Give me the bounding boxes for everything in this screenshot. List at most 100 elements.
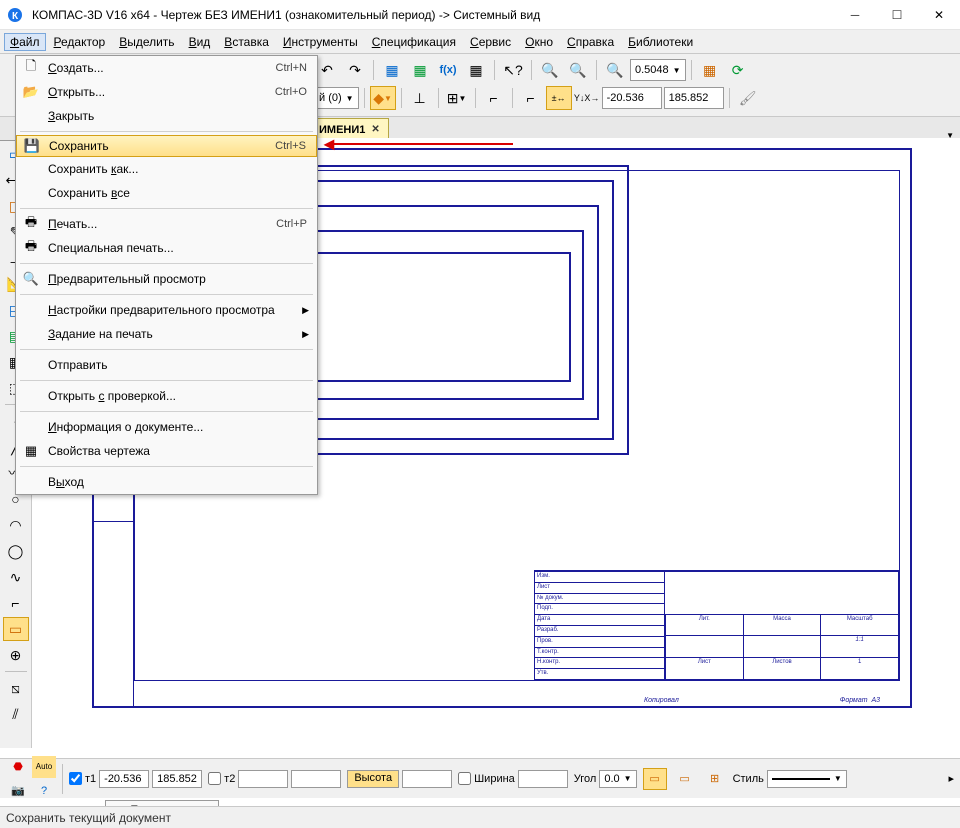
angle-combo[interactable]: 0.0▼ <box>599 770 636 788</box>
menuitem--[interactable]: 🗋Создать...Ctrl+N <box>16 56 317 80</box>
menuitem--[interactable]: Сохранить как... <box>16 157 317 181</box>
layer-combo[interactable]: й (0)▼ <box>314 87 359 109</box>
zoom-fit-icon[interactable]: 🔍 <box>602 58 628 82</box>
fx-icon[interactable]: f(x) <box>435 58 461 82</box>
refresh-icon[interactable]: ⟳ <box>725 58 751 82</box>
redo-icon[interactable]: ↷ <box>342 58 368 82</box>
snap-icon[interactable]: ⌐ <box>481 86 507 110</box>
app-icon: К <box>0 7 30 23</box>
menu-вид[interactable]: Вид <box>183 33 217 51</box>
props-icon: ▦ <box>20 443 42 459</box>
menu-вставка[interactable]: Вставка <box>218 33 275 51</box>
preview-icon: 🔍 <box>20 271 42 287</box>
minimize-button[interactable]: ─ <box>834 1 876 29</box>
menu-окно[interactable]: Окно <box>519 33 559 51</box>
save-icon: 💾 <box>21 138 43 154</box>
print-icon: 🖶 <box>20 213 42 235</box>
coord-y-field[interactable]: 185.852 <box>664 87 724 109</box>
menu-спецификация[interactable]: Спецификация <box>366 33 462 51</box>
point2-y-input[interactable] <box>291 770 341 788</box>
point2-field: т2 <box>208 770 341 788</box>
title-block: Изм.Лист№ докум.Подп.ДатаРазраб.Пров.Т.к… <box>534 570 899 680</box>
auto-icon[interactable]: Auto <box>32 756 56 778</box>
stop-icon[interactable]: ⬣ <box>6 756 30 778</box>
menu-файл[interactable]: Файл <box>4 33 46 51</box>
menu-выделить[interactable]: Выделить <box>113 33 180 51</box>
ortho-icon[interactable]: ⊥ <box>407 86 433 110</box>
help-icon[interactable]: ? <box>32 780 56 802</box>
gather-tool-icon[interactable]: ⊕ <box>3 643 29 667</box>
status-text: Сохранить текущий документ <box>6 811 171 825</box>
equidist-tool-icon[interactable]: ⫽ <box>3 702 29 726</box>
status-bar: Сохранить текущий документ <box>0 806 960 828</box>
menuitem--[interactable]: Задание на печать▶ <box>16 322 317 346</box>
menuitem--[interactable]: 💾СохранитьCtrl+S <box>16 135 317 157</box>
point1-x-input[interactable] <box>99 770 149 788</box>
menuitem--[interactable]: Выход <box>16 470 317 494</box>
menuitem--[interactable]: Открыть с проверкой... <box>16 384 317 408</box>
point2-x-input[interactable] <box>238 770 288 788</box>
menu-сервис[interactable]: Сервис <box>464 33 517 51</box>
coord-label-icon[interactable]: Y↓X→ <box>574 86 600 110</box>
drawn-rectangle <box>306 252 571 382</box>
open-icon: 📂 <box>20 84 42 100</box>
menuitem--[interactable]: Настройки предварительного просмотра▶ <box>16 298 317 322</box>
menuitem--[interactable]: Закрыть <box>16 104 317 128</box>
coord-mode-icon[interactable]: ±↔ <box>546 86 572 110</box>
menu-инструменты[interactable]: Инструменты <box>277 33 364 51</box>
zoom-in-icon[interactable]: 🔍 <box>537 58 563 82</box>
spline-tool-icon[interactable]: ∿ <box>3 565 29 589</box>
close-button[interactable]: ✕ <box>918 1 960 29</box>
more-arrow-icon[interactable]: ▸ <box>948 772 954 785</box>
camera-icon[interactable]: 📷 <box>6 780 30 802</box>
height-input[interactable] <box>402 770 452 788</box>
help-cursor-icon[interactable]: ↖? <box>500 58 526 82</box>
coord-x-field[interactable]: -20.536 <box>602 87 662 109</box>
grid-icon[interactable]: ⊞▼ <box>444 86 470 110</box>
menuitem--[interactable]: Отправить <box>16 353 317 377</box>
document-tab[interactable]: ИМЕНИ1 ✕ <box>310 118 389 140</box>
menu-библиотеки[interactable]: Библиотеки <box>622 33 699 51</box>
views-icon[interactable]: ▦ <box>697 58 723 82</box>
report-icon[interactable]: ▦ <box>463 58 489 82</box>
menuitem--[interactable]: Информация о документе... <box>16 415 317 439</box>
menuitem--[interactable]: Сохранить все <box>16 181 317 205</box>
menuitem--[interactable]: 📂Открыть...Ctrl+O <box>16 80 317 104</box>
rect-type-2-icon[interactable]: ▭ <box>673 768 697 790</box>
angle-field: Угол 0.0▼ <box>574 770 637 788</box>
variables-icon[interactable]: ▦ <box>407 58 433 82</box>
chamfer-tool-icon[interactable]: ⌐ <box>3 591 29 615</box>
width-checkbox[interactable] <box>458 772 471 785</box>
zoom-out-icon[interactable]: 🔍 <box>565 58 591 82</box>
menu-справка[interactable]: Справка <box>561 33 620 51</box>
rect-type-1-icon[interactable]: ▭ <box>643 768 667 790</box>
point1-checkbox[interactable] <box>69 772 82 785</box>
rectangle-tool-icon[interactable]: ▭ <box>3 617 29 641</box>
menuitem--[interactable]: 🖶Печать...Ctrl+P <box>16 212 317 236</box>
chevron-right-icon: ▶ <box>302 329 309 340</box>
maximize-button[interactable]: ☐ <box>876 1 918 29</box>
new-icon: 🗋 <box>20 57 42 79</box>
point1-y-input[interactable] <box>152 770 202 788</box>
point2-checkbox[interactable] <box>208 772 221 785</box>
hatch-tool-icon[interactable]: ⧅ <box>3 676 29 700</box>
lcs-icon[interactable]: ⌐ <box>518 86 544 110</box>
zoom-combo[interactable]: 0.5048▼ <box>630 59 686 81</box>
width-input[interactable] <box>518 770 568 788</box>
menu-редактор[interactable]: Редактор <box>48 33 112 51</box>
arc-tool-icon[interactable]: ◠ <box>3 513 29 537</box>
window-title: КОМПАС-3D V16 x64 - Чертеж БЕЗ ИМЕНИ1 (о… <box>30 8 834 22</box>
copy-label: Копировал <box>644 697 679 704</box>
style-combo[interactable]: ▼ <box>767 770 847 788</box>
ellipse-tool-icon[interactable]: ◯ <box>3 539 29 563</box>
tab-close-icon[interactable]: ✕ <box>371 124 379 135</box>
menuitem--[interactable]: ▦Свойства чертежа <box>16 439 317 463</box>
rect-type-3-icon[interactable]: ⊞ <box>703 768 727 790</box>
library-icon[interactable]: ▦ <box>379 58 405 82</box>
style-field: Стиль ▼ <box>733 770 847 788</box>
svg-text:К: К <box>12 11 19 22</box>
color-picker-icon[interactable]: ◆▼ <box>370 86 396 110</box>
menuitem--[interactable]: 🔍Предварительный просмотр <box>16 267 317 291</box>
paint-icon[interactable]: 🖌 <box>735 86 761 110</box>
menuitem--[interactable]: 🖶Специальная печать... <box>16 236 317 260</box>
